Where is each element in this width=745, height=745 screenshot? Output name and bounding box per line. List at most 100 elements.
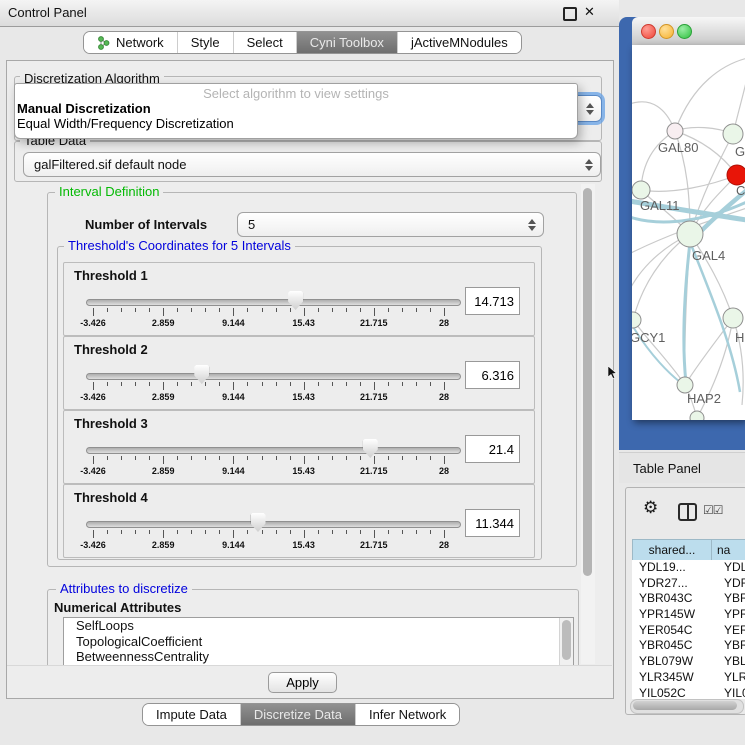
minimize-traffic-light-icon[interactable] [659, 24, 674, 39]
threshold-row: Threshold 2-3.4262.8599.14415.4321.71528 [63, 336, 535, 410]
settings-gear-icon[interactable]: ⚙ [643, 498, 658, 518]
slider-tick [388, 382, 389, 386]
column-header-shared-name[interactable]: shared... [632, 539, 712, 561]
slider-track[interactable] [86, 373, 461, 380]
tab-network[interactable]: Network [84, 32, 177, 53]
attribute-list-item[interactable]: TopologicalCoefficient [64, 634, 573, 650]
table-row[interactable]: YPR145WYPR1 [632, 607, 745, 623]
table-row[interactable]: YIL052CYIL0 [632, 686, 745, 700]
slider-tick [191, 530, 192, 534]
control-panel-titlebar: Control Panel ✕ [0, 0, 619, 27]
network-view-window[interactable]: GAL80GCGAL11GAL4GCY1HHAP2 [619, 17, 745, 450]
table-row[interactable]: YDL19...YDL1 [632, 560, 745, 576]
close-traffic-light-icon[interactable] [641, 24, 656, 39]
apply-button[interactable]: Apply [268, 672, 337, 693]
highlighted-edges [632, 185, 745, 392]
tab-style[interactable]: Style [177, 32, 233, 53]
slider-tick [205, 382, 206, 386]
number-of-intervals-combobox[interactable]: 5 [237, 212, 544, 237]
apply-button-row: Apply [7, 665, 612, 698]
node-selected-red[interactable] [727, 165, 745, 185]
table-data-combobox[interactable]: galFiltered.sif default node [23, 152, 601, 177]
tab-jactivemnodules[interactable]: jActiveMNodules [397, 32, 521, 53]
slider-tick [332, 456, 333, 460]
node-gal4[interactable] [677, 221, 703, 247]
slider-tick [177, 456, 178, 460]
split-columns-icon[interactable] [678, 503, 697, 521]
network-window-titlebar[interactable] [632, 17, 745, 46]
threshold-value-field[interactable] [465, 287, 520, 315]
tab-impute-data[interactable]: Impute Data [143, 704, 240, 725]
slider-thumb[interactable] [194, 365, 209, 384]
table-row[interactable]: YDR27...YDR2 [632, 576, 745, 592]
threshold-value-field[interactable] [465, 435, 520, 463]
tab-discretize-data[interactable]: Discretize Data [240, 704, 355, 725]
slider-tick [191, 308, 192, 312]
node-h[interactable] [723, 308, 743, 328]
slider-tick [262, 456, 263, 460]
node-bottom-partial[interactable] [690, 411, 704, 420]
float-window-icon[interactable] [563, 7, 577, 21]
slider-tick [149, 530, 150, 534]
numerical-attributes-label: Numerical Attributes [54, 600, 181, 615]
zoom-traffic-light-icon[interactable] [677, 24, 692, 39]
interval-definition-title: Interval Definition [55, 185, 163, 199]
slider-tick-label: 28 [419, 466, 469, 476]
slider-tick [177, 382, 178, 386]
popup-placeholder-item[interactable]: Select algorithm to view settings [15, 84, 577, 101]
attribute-list-item[interactable]: SelfLoops [64, 618, 573, 634]
threshold-label: Threshold 1 [74, 268, 148, 283]
table-row[interactable]: YLR345WYLR3 [632, 670, 745, 686]
cell-shared-name: YLR345W [632, 670, 718, 686]
combo-stepper-icon [586, 103, 594, 115]
panel-vertical-scrollbar[interactable] [581, 184, 595, 664]
slider-tick [163, 308, 164, 316]
popup-item-manual-discretization[interactable]: Manual Discretization [15, 101, 577, 116]
popup-item-equal-width-frequency-discretization[interactable]: Equal Width/Frequency Discretization [15, 116, 577, 131]
node-top-right[interactable] [723, 124, 743, 144]
node-gal80[interactable] [667, 123, 683, 139]
cell-name: YDL1 [718, 560, 745, 576]
node-gal11[interactable] [632, 181, 650, 199]
list-scrollbar[interactable] [559, 618, 573, 665]
table-row[interactable]: YBL079WYBL0 [632, 654, 745, 670]
slider-tick [402, 530, 403, 534]
slider-tick-label: 28 [419, 392, 469, 402]
column-header-name[interactable]: na [711, 539, 745, 561]
node-gcy1[interactable] [632, 312, 641, 328]
panel-scrollbar-thumb[interactable] [583, 188, 592, 576]
checkboxes-icon[interactable]: ☑☑ [703, 503, 723, 517]
network-canvas[interactable]: GAL80GCGAL11GAL4GCY1HHAP2 [632, 45, 745, 420]
slider-thumb[interactable] [251, 513, 266, 532]
slider-tick [107, 456, 108, 460]
table-horizontal-scrollbar[interactable] [630, 699, 744, 714]
slider-tick [318, 308, 319, 312]
slider-tick [346, 382, 347, 386]
slider-tick [402, 308, 403, 312]
slider-tick-label: 21.715 [349, 540, 399, 550]
tab-cyni-toolbox[interactable]: Cyni Toolbox [296, 32, 397, 53]
slider-tick [318, 530, 319, 534]
slider-tick [163, 456, 164, 464]
slider-track[interactable] [86, 299, 461, 306]
network-graph: GAL80GCGAL11GAL4GCY1HHAP2 [632, 45, 745, 420]
table-row[interactable]: YBR045CYBR0 [632, 638, 745, 654]
slider-track[interactable] [86, 521, 461, 528]
table-hscrollbar-thumb[interactable] [633, 701, 737, 710]
slider-tick-label: 2.859 [138, 392, 188, 402]
slider-tick [247, 382, 248, 386]
table-row[interactable]: YBR043CYBR0 [632, 591, 745, 607]
slider-tick [93, 308, 94, 316]
table-row[interactable]: YER054CYER0 [632, 623, 745, 639]
threshold-value-field[interactable] [465, 509, 520, 537]
close-icon[interactable]: ✕ [584, 4, 595, 20]
threshold-value-field[interactable] [465, 361, 520, 389]
slider-thumb[interactable] [363, 439, 378, 458]
attribute-list-item[interactable]: BetweennessCentrality [64, 649, 573, 665]
slider-track[interactable] [86, 447, 461, 454]
tab-select[interactable]: Select [233, 32, 296, 53]
tab-infer-network[interactable]: Infer Network [355, 704, 459, 725]
list-scrollbar-thumb[interactable] [562, 620, 571, 660]
slider-tick [388, 530, 389, 534]
numerical-attributes-list[interactable]: SelfLoopsTopologicalCoefficientBetweenne… [63, 617, 574, 665]
